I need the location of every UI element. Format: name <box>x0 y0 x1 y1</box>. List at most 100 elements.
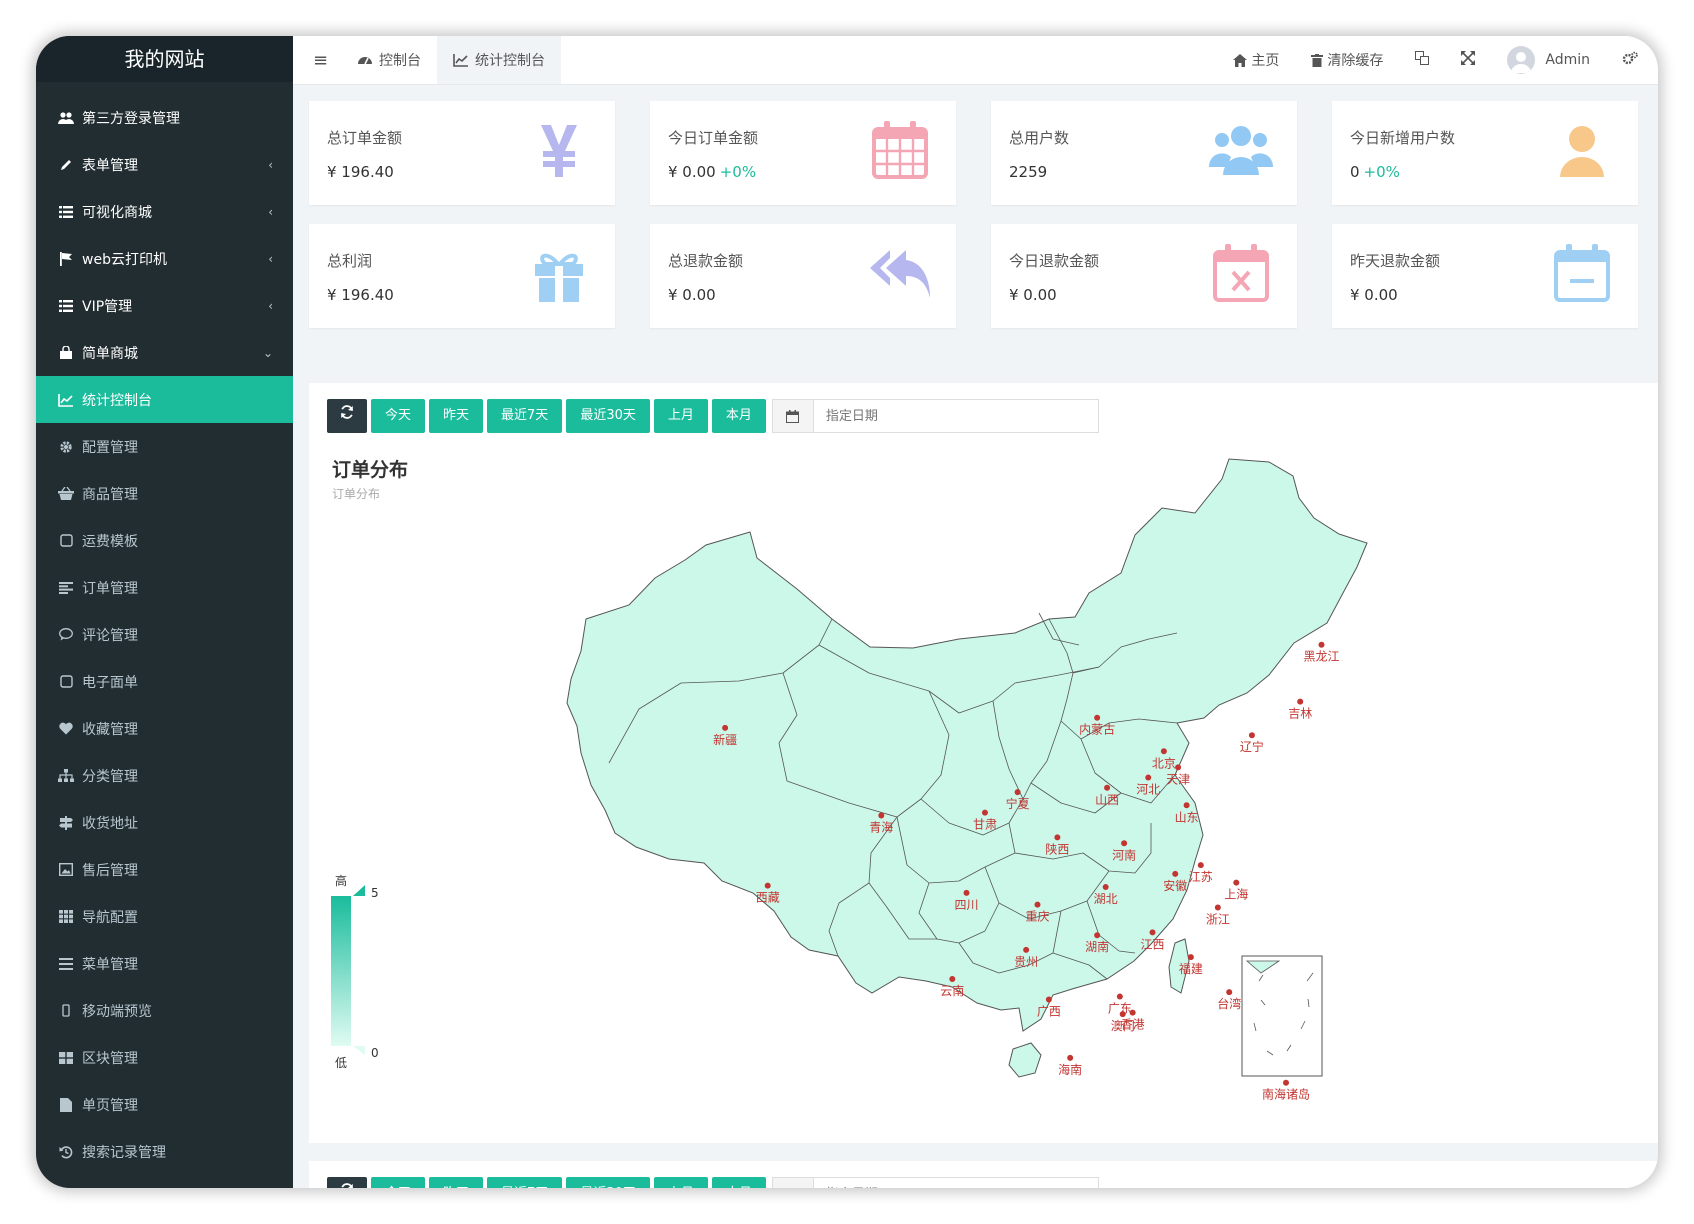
user-name: Admin <box>1545 52 1590 68</box>
visual-map-high-label: 高 <box>335 873 347 888</box>
visual-map-handle-low[interactable] <box>353 1046 365 1055</box>
south-china-sea-inset <box>1241 955 1323 1077</box>
sidebar-item-9[interactable]: 运费模板 <box>36 517 293 564</box>
sidebar-item-5[interactable]: 简单商城 ⌄ <box>36 329 293 376</box>
user-menu[interactable]: Admin <box>1491 46 1606 74</box>
province-dot <box>1102 884 1109 891</box>
settings-button[interactable] <box>1606 51 1658 69</box>
province-marker[interactable]: 海南 <box>1058 1054 1082 1077</box>
province-dot <box>1129 1009 1136 1016</box>
province-label: 安徽 <box>1163 878 1187 893</box>
province-marker[interactable]: 南海诸岛 <box>1262 1079 1310 1102</box>
home-icon <box>1233 53 1248 67</box>
province-marker[interactable]: 黑龙江 <box>1303 641 1340 664</box>
province-dot <box>1172 870 1179 877</box>
sidebar-item-17[interactable]: 导航配置 <box>36 893 293 940</box>
sidebar-item-20[interactable]: 区块管理 <box>36 1034 293 1081</box>
province-label: 西藏 <box>756 891 780 905</box>
sidebar-item-18[interactable]: 菜单管理 <box>36 940 293 987</box>
sidebar-item-8[interactable]: 商品管理 <box>36 470 293 517</box>
province-marker[interactable]: 广东 <box>1108 993 1132 1016</box>
sidebar-item-7[interactable]: 配置管理 <box>36 423 293 470</box>
sidebar-item-label: 售后管理 <box>82 862 138 879</box>
home-link[interactable]: 主页 <box>1217 50 1295 70</box>
province-label: 海南 <box>1058 1062 1082 1077</box>
province-label: 湖南 <box>1085 939 1109 954</box>
province-dot <box>963 889 970 896</box>
province-label: 云南 <box>940 983 964 998</box>
sidebar-item-0[interactable]: 第三方登录管理 <box>36 94 293 141</box>
flag-icon <box>58 251 74 266</box>
sidebar-item-16[interactable]: 售后管理 <box>36 846 293 893</box>
language-button[interactable] <box>1399 51 1445 69</box>
stat-card-value: 0 +0% <box>1350 163 1400 181</box>
province-label: 澳门 <box>1111 1018 1135 1033</box>
visual-map-low-label: 低 <box>335 1056 347 1070</box>
stat-card-value: ¥ 0.00 +0% <box>668 163 756 181</box>
province-label: 湖北 <box>1094 891 1118 906</box>
sidebar-item-label: 商品管理 <box>82 486 138 503</box>
tab-statistics-label: 统计控制台 <box>475 53 545 69</box>
province-marker[interactable]: 上海 <box>1224 879 1248 902</box>
province-marker[interactable]: 台湾 <box>1217 989 1241 1011</box>
province-label: 陕西 <box>1045 841 1069 856</box>
filter-this-month-button-2[interactable]: 本月 <box>711 1177 766 1188</box>
line-chart-icon <box>58 393 74 407</box>
site-logo[interactable]: 我的网站 <box>36 36 293 82</box>
sidebar-item-19[interactable]: 移动端预览 <box>36 987 293 1034</box>
sidebar-item-15[interactable]: 收货地址 <box>36 799 293 846</box>
history-icon <box>58 1145 74 1159</box>
province-dot <box>1160 748 1167 755</box>
stat-value: ¥ 0.00 <box>668 286 716 304</box>
province-label: 新疆 <box>713 732 737 747</box>
province-marker[interactable]: 辽宁 <box>1240 732 1264 754</box>
date-input-2[interactable] <box>813 1178 1098 1188</box>
filter-last-month-button-2[interactable]: 上月 <box>653 1177 708 1188</box>
filter-last30-button-2[interactable]: 最近30天 <box>566 1177 650 1188</box>
visual-map-handle-high[interactable] <box>353 885 365 896</box>
sidebar-item-12[interactable]: 电子面单 <box>36 658 293 705</box>
order-map-panel: 今天 昨天 最近7天 最近30天 上月 本月 订单分布 订单分布 <box>309 383 1658 1143</box>
sidebar-item-label: web云打印机 <box>82 251 167 268</box>
grid-icon <box>58 910 74 924</box>
province-label: 山西 <box>1095 793 1119 807</box>
list-icon <box>58 205 74 219</box>
filter-last7-button-2[interactable]: 最近7天 <box>487 1177 563 1188</box>
province-label: 江苏 <box>1189 870 1213 884</box>
sidebar-item-14[interactable]: 分类管理 <box>36 752 293 799</box>
pencil-icon <box>58 158 74 172</box>
yen-icon <box>527 119 591 183</box>
refresh-button-2[interactable] <box>327 1177 367 1188</box>
calendar-icon[interactable] <box>772 1178 814 1188</box>
sidebar-item-21[interactable]: 单页管理 <box>36 1081 293 1128</box>
sidebar-item-11[interactable]: 评论管理 <box>36 611 293 658</box>
filter-today-button-2[interactable]: 今天 <box>371 1177 426 1188</box>
province-label: 山东 <box>1175 810 1199 824</box>
visual-map-gradient[interactable] <box>331 896 351 1046</box>
china-order-map[interactable]: 黑龙江吉林辽宁 内蒙古北京天津河北山西山东 宁夏青海 甘肃陕西 河南 新疆西藏四川重庆 湖北… <box>309 383 1658 1143</box>
province-dot <box>981 809 988 816</box>
province-marker[interactable]: 吉林 <box>1288 698 1312 721</box>
sidebar-item-label: 表单管理 <box>82 157 138 174</box>
filter-yesterday-button-2[interactable]: 昨天 <box>429 1177 484 1188</box>
second-stats-panel: 今天 昨天 最近7天 最近30天 上月 本月 <box>309 1161 1658 1188</box>
sidebar-item-3[interactable]: web云打印机 ‹ <box>36 235 293 282</box>
clear-cache-link[interactable]: 清除缓存 <box>1295 50 1399 70</box>
province-marker[interactable]: 浙江 <box>1206 904 1230 927</box>
sidebar-item-13[interactable]: 收藏管理 <box>36 705 293 752</box>
gears-icon <box>1622 51 1638 69</box>
tab-dashboard[interactable]: 控制台 <box>341 36 437 84</box>
date-filter-toolbar-2: 今天 昨天 最近7天 最近30天 上月 本月 <box>327 1177 1099 1188</box>
sidebar-item-1[interactable]: 表单管理 ‹ <box>36 141 293 188</box>
sidebar-item-label: 收货地址 <box>82 815 138 832</box>
province-label: 河北 <box>1136 783 1160 797</box>
sidebar-item-6[interactable]: 统计控制台 <box>36 376 293 423</box>
tab-statistics[interactable]: 统计控制台 <box>437 36 561 84</box>
sidebar-item-2[interactable]: 可视化商城 ‹ <box>36 188 293 235</box>
menu-toggle-icon[interactable]: ≡ <box>313 50 341 71</box>
fullscreen-button[interactable] <box>1445 51 1491 69</box>
sidebar-item-22[interactable]: 搜索记录管理 <box>36 1128 293 1175</box>
th-large-icon <box>58 1051 74 1065</box>
sidebar-item-10[interactable]: 订单管理 <box>36 564 293 611</box>
sidebar-item-4[interactable]: VIP管理 ‹ <box>36 282 293 329</box>
